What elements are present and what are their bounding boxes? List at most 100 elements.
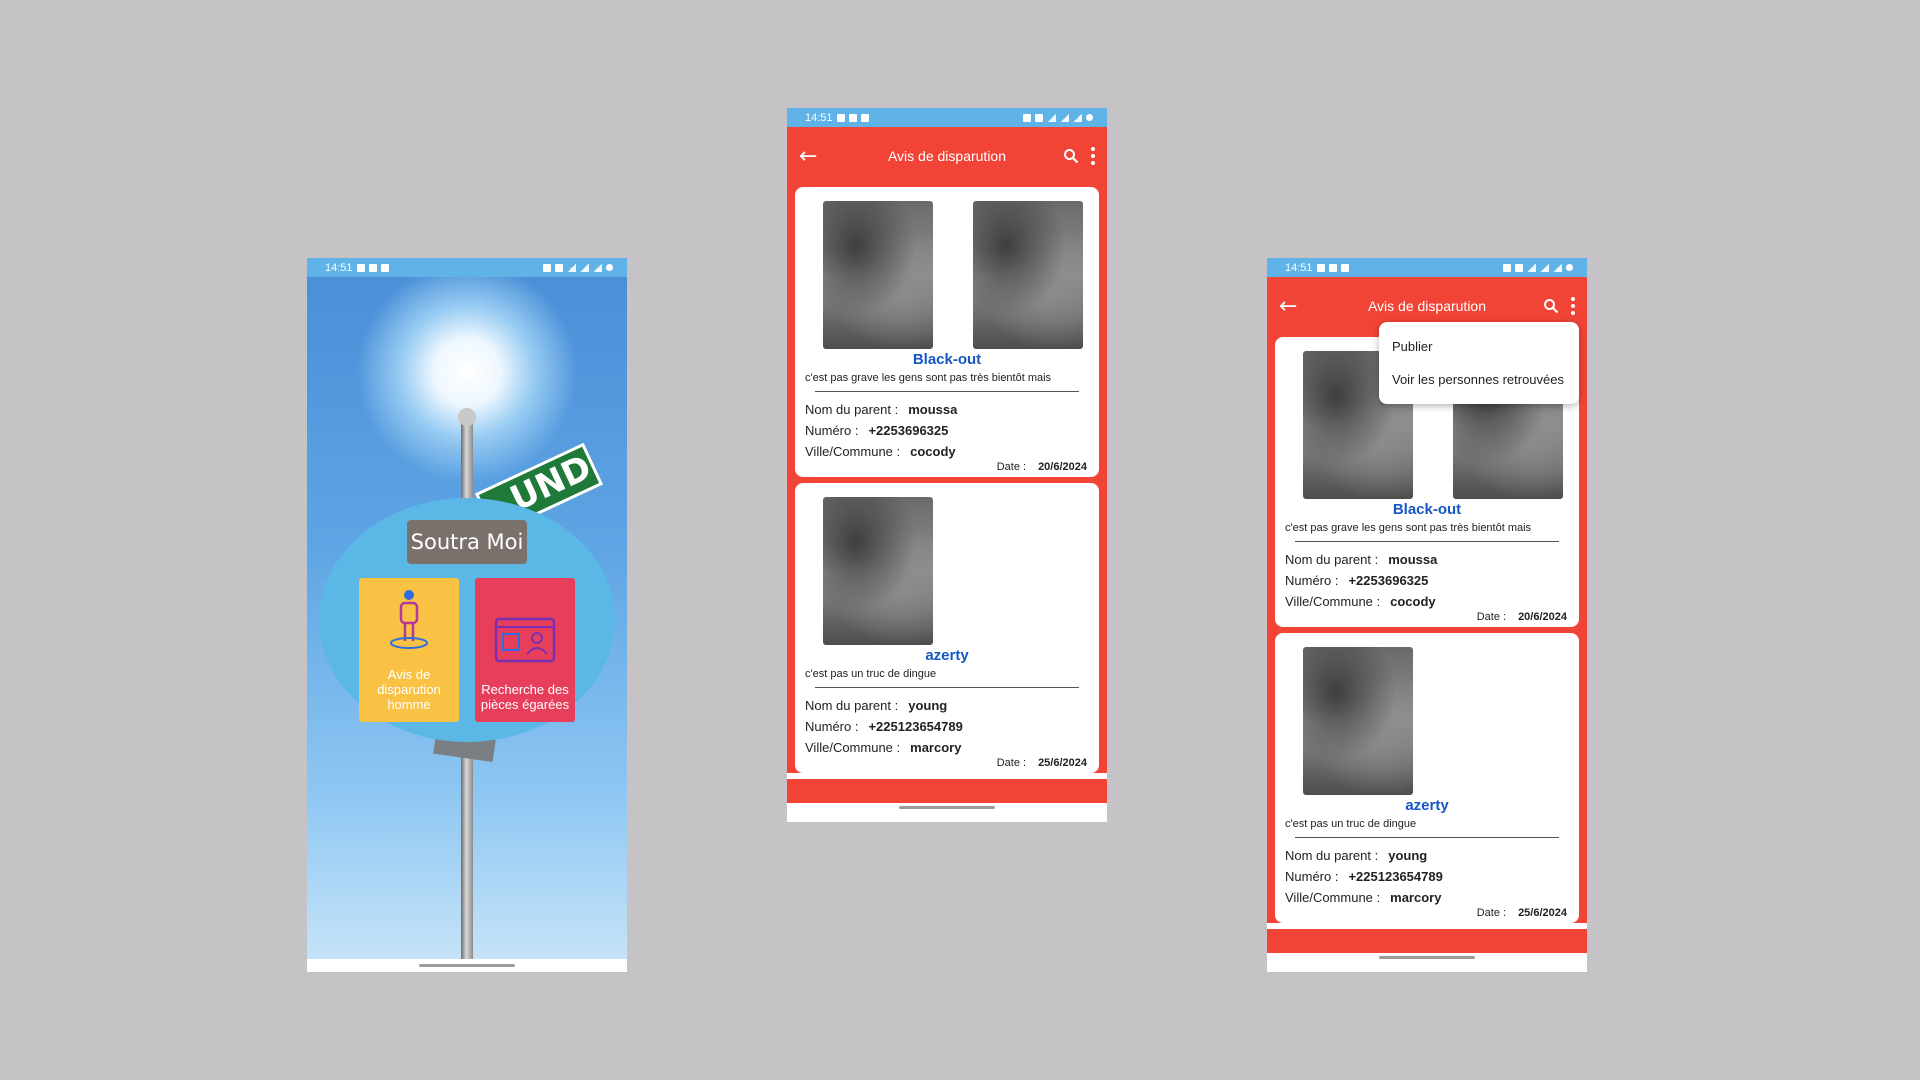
navigation-bar <box>307 959 627 972</box>
notice-description: c'est pas un truc de dingue <box>805 668 937 680</box>
more-options-icon[interactable] <box>1571 297 1575 315</box>
list-footer <box>787 779 1107 803</box>
notification-icon <box>1328 263 1337 272</box>
page-title: Avis de disparution <box>1367 298 1487 314</box>
gesture-handle[interactable] <box>419 964 515 967</box>
check-icon <box>380 263 389 272</box>
mute-icon <box>1035 113 1043 122</box>
person-photo[interactable] <box>823 201 933 349</box>
wifi-icon <box>1047 113 1056 122</box>
city-label: Ville/Commune : <box>805 444 901 459</box>
wifi-icon <box>1527 263 1536 272</box>
city-value: marcory <box>910 740 962 755</box>
parent-label: Nom du parent : <box>805 698 899 713</box>
date-label: Date : <box>1476 907 1507 919</box>
date-label: Date : <box>996 757 1027 769</box>
page-title: Avis de disparution <box>887 148 1007 164</box>
divider <box>1295 837 1559 838</box>
parent-value: moussa <box>1388 552 1438 567</box>
tile-missing-person[interactable]: Avis de disparution homme <box>359 578 459 722</box>
number-value: +225123654789 <box>1348 869 1443 884</box>
notice-description: c'est pas grave les gens sont pas très b… <box>805 372 1052 384</box>
date-label: Date : <box>1476 611 1507 623</box>
notification-icon <box>356 263 365 272</box>
date-value: 20/6/2024 <box>1518 611 1567 623</box>
number-value: +2253696325 <box>868 423 949 438</box>
divider <box>1295 541 1559 542</box>
tile-lost-documents-label: Recherche des pièces égarées <box>480 682 570 712</box>
navigation-bar <box>1267 953 1587 965</box>
signal-icon <box>1553 263 1562 272</box>
battery-icon <box>1086 114 1093 121</box>
person-photo[interactable] <box>823 497 933 645</box>
number-label: Numéro : <box>805 423 859 438</box>
alarm-icon <box>1023 113 1031 122</box>
notice-card[interactable]: azerty c'est pas un truc de dingue Nom d… <box>1275 633 1579 923</box>
mute-icon <box>1515 263 1523 272</box>
notice-description: c'est pas grave les gens sont pas très b… <box>1285 522 1532 534</box>
person-name: azerty <box>925 647 969 664</box>
signal-icon <box>1540 263 1549 272</box>
city-label: Ville/Commune : <box>805 740 901 755</box>
image-icon <box>368 263 377 272</box>
notification-icon <box>848 113 857 122</box>
alarm-icon <box>1503 263 1511 272</box>
tile-missing-person-label: Avis de disparution homme <box>377 667 441 712</box>
signal-icon <box>1060 113 1069 122</box>
parent-value: young <box>908 698 948 713</box>
date-value: 25/6/2024 <box>1518 907 1567 919</box>
status-time: 14:51 <box>325 261 353 274</box>
notice-card[interactable]: Black-out c'est pas grave les gens sont … <box>795 187 1099 477</box>
divider <box>815 687 1079 688</box>
app-bar: ← Avis de disparution <box>787 127 1107 185</box>
notice-card[interactable]: azerty c'est pas un truc de dingue Nom d… <box>795 483 1099 773</box>
notice-list: Black-out c'est pas grave les gens sont … <box>1267 335 1587 923</box>
app-title: Soutra Moi <box>407 520 527 564</box>
phone-home-screen: 14:51 UND Soutra Moi Avis de disparution… <box>307 258 627 972</box>
menu-item-publish[interactable]: Publier <box>1379 330 1579 363</box>
notice-list: Black-out c'est pas grave les gens sont … <box>787 185 1107 773</box>
overflow-menu: Publier Voir les personnes retrouvées <box>1379 322 1579 404</box>
number-label: Numéro : <box>1285 573 1339 588</box>
notice-description: c'est pas un truc de dingue <box>1285 818 1417 830</box>
number-value: +225123654789 <box>868 719 963 734</box>
tile-lost-documents[interactable]: Recherche des pièces égarées <box>475 578 575 722</box>
city-value: cocody <box>1390 594 1436 609</box>
phone-list-screen: 14:51 ← Avis de disparution Black-out c'… <box>787 108 1107 822</box>
phone-list-screen-menu: 14:51 ← Avis de disparution Publier Voir… <box>1267 258 1587 972</box>
menu-item-found-people[interactable]: Voir les personnes retrouvées <box>1379 363 1579 396</box>
date-value: 25/6/2024 <box>1038 757 1087 769</box>
status-bar: 14:51 <box>787 108 1107 127</box>
parent-label: Nom du parent : <box>1285 848 1379 863</box>
divider <box>815 391 1079 392</box>
signal-icon <box>1073 113 1082 122</box>
wifi-icon <box>567 263 576 272</box>
image-icon <box>836 113 845 122</box>
gesture-handle[interactable] <box>899 806 995 809</box>
date-value: 20/6/2024 <box>1038 461 1087 473</box>
navigation-bar <box>787 803 1107 815</box>
city-label: Ville/Commune : <box>1285 890 1381 905</box>
parent-label: Nom du parent : <box>805 402 899 417</box>
person-photo[interactable] <box>1303 647 1413 795</box>
alarm-icon <box>543 263 551 272</box>
person-name: azerty <box>1405 797 1449 814</box>
id-card-icon <box>494 617 556 663</box>
status-bar: 14:51 <box>1267 258 1587 277</box>
status-bar: 14:51 <box>307 258 627 277</box>
battery-icon <box>606 264 613 271</box>
battery-icon <box>1566 264 1573 271</box>
city-value: cocody <box>910 444 956 459</box>
parent-label: Nom du parent : <box>1285 552 1379 567</box>
number-label: Numéro : <box>805 719 859 734</box>
city-label: Ville/Commune : <box>1285 594 1381 609</box>
search-icon[interactable] <box>1063 148 1079 164</box>
person-photo[interactable] <box>973 201 1083 349</box>
city-value: marcory <box>1390 890 1442 905</box>
search-icon[interactable] <box>1543 298 1559 314</box>
list-footer <box>1267 929 1587 953</box>
more-options-icon[interactable] <box>1091 147 1095 165</box>
gesture-handle[interactable] <box>1379 956 1475 959</box>
image-icon <box>1316 263 1325 272</box>
pole-cap <box>458 408 476 426</box>
